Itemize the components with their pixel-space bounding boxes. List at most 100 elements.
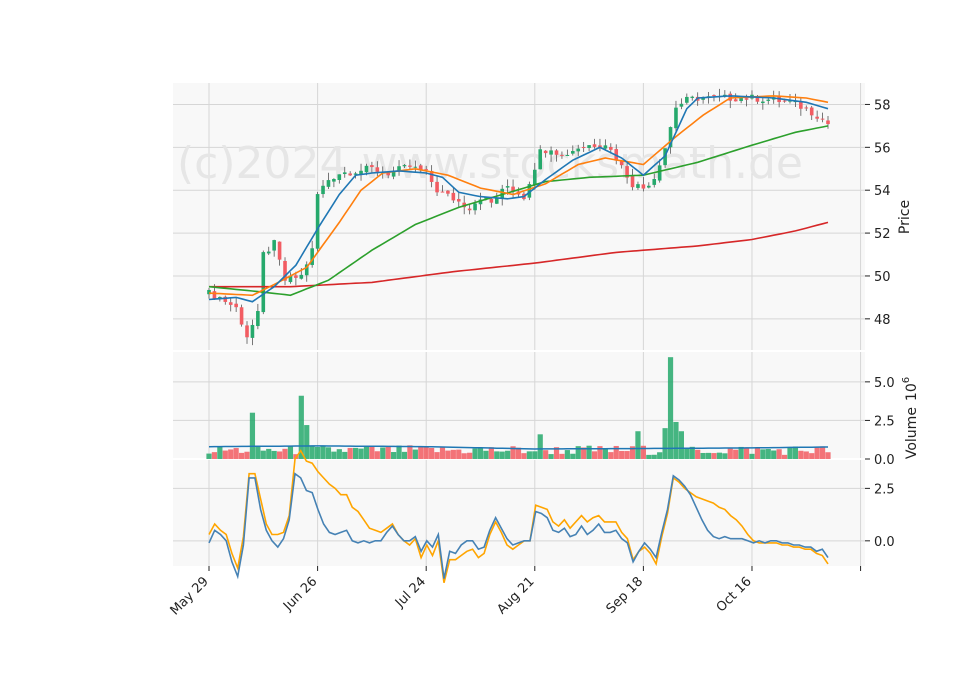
candle-body bbox=[375, 167, 380, 172]
candle-body bbox=[549, 150, 553, 155]
volume-bar bbox=[271, 450, 277, 459]
volume-tick-label: 2.5 bbox=[874, 414, 895, 429]
volume-bar bbox=[287, 445, 294, 459]
candle-body bbox=[212, 291, 217, 299]
volume-bar bbox=[255, 445, 261, 459]
candle-body bbox=[321, 185, 325, 195]
volume-bar bbox=[434, 452, 440, 459]
volume-bar bbox=[304, 425, 310, 459]
volume-bar bbox=[298, 395, 304, 459]
volume-bar bbox=[342, 451, 348, 459]
candle-body bbox=[630, 176, 635, 188]
volume-bar bbox=[733, 449, 739, 459]
volume-bar bbox=[363, 446, 370, 459]
candle-body bbox=[603, 145, 608, 149]
volume-bar bbox=[754, 447, 761, 459]
volume-bar bbox=[749, 453, 755, 459]
candle-body bbox=[408, 165, 412, 167]
volume-bar bbox=[711, 453, 717, 459]
x-tick-label: Aug 21 bbox=[494, 574, 537, 617]
volume-unit-exponent: 6 bbox=[901, 377, 912, 383]
candle-body bbox=[619, 161, 624, 166]
volume-bar bbox=[401, 451, 408, 459]
volume-bar bbox=[450, 449, 456, 459]
x-tick-label: Sep 18 bbox=[604, 574, 647, 617]
volume-bar bbox=[276, 451, 283, 459]
volume-bar bbox=[521, 453, 527, 459]
price-panel bbox=[173, 83, 865, 351]
volume-unit-base: 10 bbox=[904, 383, 920, 401]
chart-canvas: (c)2024 www.stocksmath.de May 29 Jun 26 Ju… bbox=[168, 83, 920, 618]
candle-body bbox=[609, 146, 613, 150]
candle-body bbox=[256, 311, 260, 327]
volume-bar bbox=[695, 449, 701, 459]
volume-bar bbox=[423, 446, 429, 459]
candle-body bbox=[804, 107, 809, 109]
candle-body bbox=[402, 165, 407, 167]
x-tick-label: May 29 bbox=[168, 574, 212, 618]
candle-body bbox=[820, 118, 825, 120]
candle-body bbox=[277, 241, 282, 260]
candle-body bbox=[337, 174, 342, 180]
candle-body bbox=[348, 173, 352, 176]
candle-body bbox=[641, 184, 646, 189]
candle-body bbox=[560, 154, 564, 156]
candle-body bbox=[576, 148, 581, 152]
volume-bar bbox=[206, 453, 212, 459]
volume-bar bbox=[418, 446, 424, 459]
candle-body bbox=[647, 185, 651, 188]
price-tick-label: 58 bbox=[874, 98, 891, 113]
volume-bar bbox=[353, 447, 359, 459]
volume-bar bbox=[624, 451, 630, 459]
volume-bar bbox=[249, 412, 256, 459]
candle-body bbox=[766, 99, 771, 101]
x-tick-label: Jun 26 bbox=[280, 574, 320, 614]
volume-axis-title-text: Volume bbox=[904, 407, 920, 459]
volume-bar bbox=[347, 447, 353, 459]
candle-body bbox=[228, 302, 233, 305]
candle-body bbox=[581, 147, 586, 149]
volume-bar bbox=[722, 453, 728, 459]
volume-bar bbox=[472, 448, 478, 459]
volume-bar bbox=[244, 451, 250, 459]
candle-body bbox=[565, 154, 570, 156]
volume-bar bbox=[651, 454, 657, 459]
volume-bar bbox=[781, 454, 788, 459]
candle-body bbox=[364, 165, 369, 173]
volume-bar bbox=[396, 445, 402, 459]
candle-body bbox=[657, 165, 662, 181]
volume-bar bbox=[369, 446, 375, 459]
volume-bar bbox=[494, 451, 500, 459]
price-axis-title: Price bbox=[897, 200, 913, 234]
volume-bar bbox=[765, 449, 771, 459]
volume-bar bbox=[320, 445, 326, 459]
candle-body bbox=[587, 145, 591, 148]
candle-body bbox=[733, 99, 738, 102]
candle-body bbox=[386, 172, 390, 176]
volume-bar bbox=[358, 448, 364, 459]
volume-bar bbox=[771, 450, 777, 459]
volume-bar bbox=[325, 447, 332, 459]
volume-bar bbox=[228, 449, 234, 459]
volume-bar bbox=[309, 445, 315, 459]
candle-body bbox=[674, 107, 678, 129]
volume-bar bbox=[260, 450, 266, 459]
candle-body bbox=[652, 179, 657, 185]
candle-body bbox=[815, 116, 819, 119]
stock-chart: (c)2024 www.stocksmath.de May 29 Jun 26 Ju… bbox=[0, 0, 960, 690]
volume-bar bbox=[407, 445, 413, 459]
volume-tick-label: 0.0 bbox=[874, 453, 895, 468]
volume-tick-label: 5.0 bbox=[874, 376, 895, 391]
volume-bar bbox=[705, 452, 712, 459]
candle-body bbox=[782, 100, 787, 102]
candle-body bbox=[326, 180, 331, 187]
candle-body bbox=[826, 120, 830, 125]
volume-bar bbox=[505, 450, 511, 459]
volume-bar bbox=[314, 446, 321, 459]
volume-bar bbox=[217, 446, 223, 459]
candle-body bbox=[299, 274, 304, 279]
candle-body bbox=[446, 190, 450, 194]
volume-bar bbox=[809, 453, 815, 459]
candle-body bbox=[679, 103, 684, 107]
volume-bar bbox=[570, 453, 576, 459]
